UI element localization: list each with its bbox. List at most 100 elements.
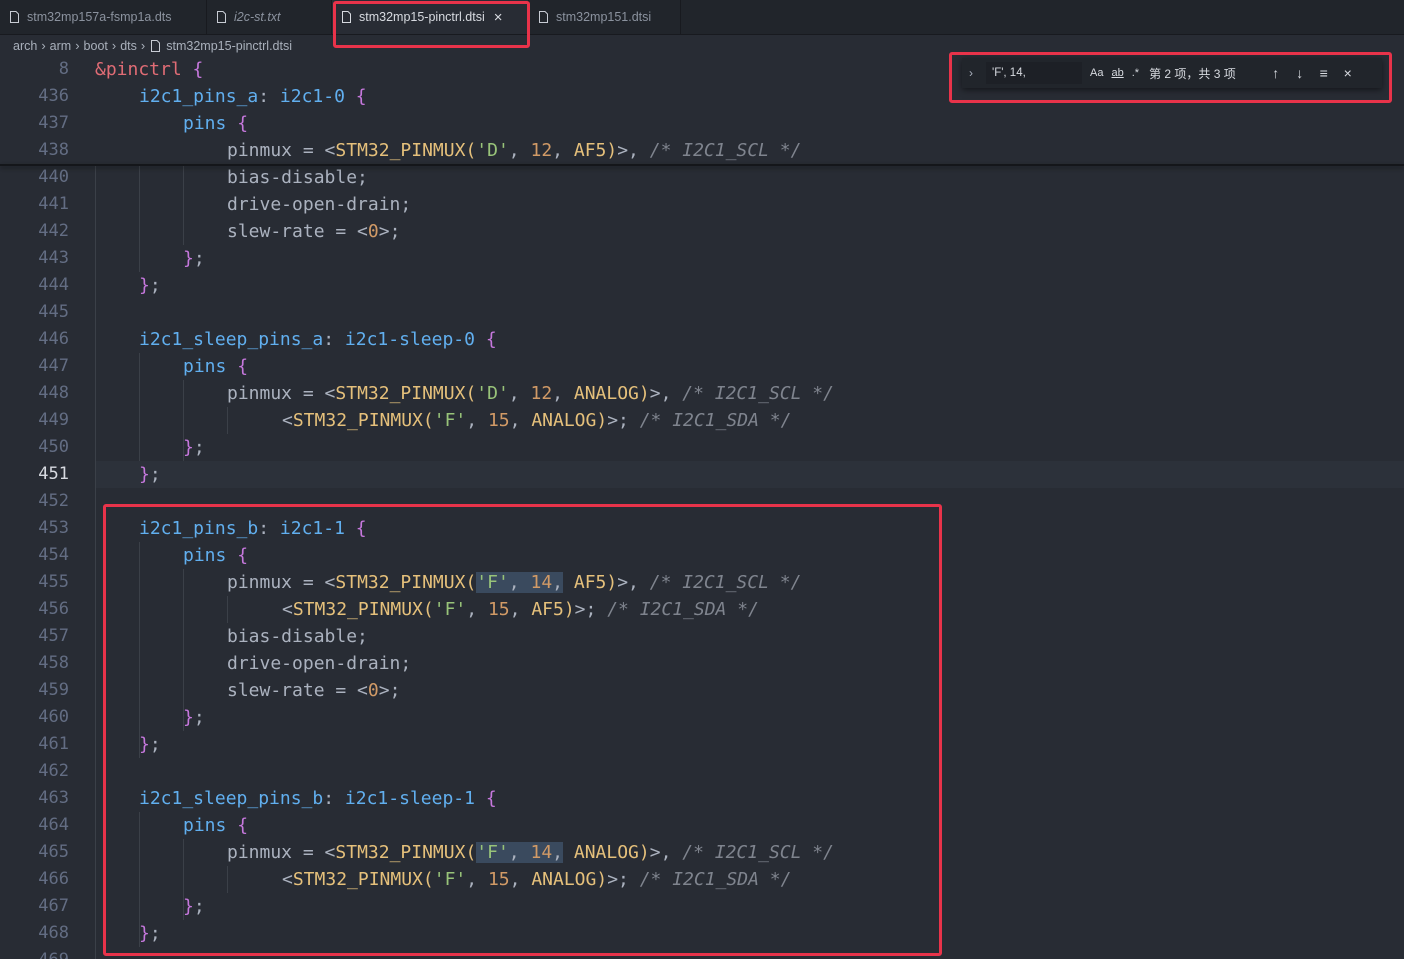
line-number: 444 — [38, 275, 69, 295]
code-line[interactable]: 443}; — [0, 245, 1404, 272]
chevron-right-icon: › — [111, 38, 117, 53]
find-input[interactable]: 'F', 14, — [986, 62, 1082, 84]
breadcrumb-item[interactable]: arm — [50, 39, 72, 53]
code-line[interactable]: 466 <STM32_PINMUX('F', 15, ANALOG)>; /* I… — [0, 866, 1404, 893]
arrow-up-icon[interactable]: ↑ — [1266, 65, 1286, 81]
code-line[interactable]: 438 pinmux = <STM32_PINMUX('D', 12, AF5)>… — [0, 137, 1404, 164]
code-line[interactable]: 446 i2c1_sleep_pins_a: i2c1-sleep-0 { — [0, 326, 1404, 353]
code-line[interactable]: 465 pinmux = <STM32_PINMUX('F', 14, ANALO… — [0, 839, 1404, 866]
file-icon — [151, 39, 161, 52]
line-number: 468 — [38, 923, 69, 943]
current-line-highlight — [96, 461, 1404, 488]
code-line[interactable]: 441 drive-open-drain; — [0, 191, 1404, 218]
line-number: 8 — [58, 59, 69, 79]
line-number: 455 — [38, 572, 69, 592]
code-text: i2c1_sleep_pins_b: i2c1-sleep-1 { — [139, 788, 497, 809]
sticky-divider — [0, 164, 1404, 166]
line-number: 456 — [38, 599, 69, 619]
code-text: pins { — [183, 545, 249, 566]
code-text: pinmux = <STM32_PINMUX('F', 14, ANALOG)>… — [227, 842, 834, 863]
breadcrumb-item[interactable]: stm32mp15-pinctrl.dtsi — [166, 39, 292, 53]
code-text: slew-rate = <0>; — [227, 680, 401, 701]
code-line[interactable]: 442 slew-rate = <0>; — [0, 218, 1404, 245]
code-line[interactable]: 458 drive-open-drain; — [0, 650, 1404, 677]
code-line[interactable]: 454 pins { — [0, 542, 1404, 569]
line-number: 467 — [38, 896, 69, 916]
line-number: 441 — [38, 194, 69, 214]
file-icon — [342, 11, 351, 23]
chevron-right-icon: › — [41, 38, 46, 53]
code-line[interactable]: 445 — [0, 299, 1404, 326]
code-line[interactable]: 461}; — [0, 731, 1404, 758]
code-line[interactable]: 462 — [0, 758, 1404, 785]
arrow-down-icon[interactable]: ↓ — [1290, 65, 1310, 81]
line-number: 440 — [38, 167, 69, 187]
code-line[interactable]: 469 — [0, 947, 1404, 959]
tab-label: i2c-st.txt — [234, 10, 281, 24]
close-icon[interactable]: × — [1338, 65, 1358, 81]
tab-stm32mp157a-fsmp1a[interactable]: stm32mp157a-fsmp1a.dts — [0, 0, 207, 34]
code-editor[interactable]: 440 bias-disable; 441 drive-open-drain; 442 s… — [0, 56, 1404, 959]
code-text: &pinctrl { — [95, 59, 204, 80]
line-number: 442 — [38, 221, 69, 241]
code-line[interactable]: 456 <STM32_PINMUX('F', 15, AF5)>; /* I2C1… — [0, 596, 1404, 623]
breadcrumb-item[interactable]: arch — [13, 39, 37, 53]
code-line[interactable]: 464 pins { — [0, 812, 1404, 839]
code-line[interactable]: 455 pinmux = <STM32_PINMUX('F', 14, AF5)>… — [0, 569, 1404, 596]
code-text: }; — [139, 923, 161, 944]
whole-word-toggle[interactable]: ab — [1111, 67, 1123, 79]
file-icon — [539, 11, 548, 23]
code-line[interactable]: 450}; — [0, 434, 1404, 461]
line-number: 436 — [38, 86, 69, 106]
code-text: pinmux = <STM32_PINMUX('D', 12, ANALOG)>… — [227, 383, 834, 404]
code-line[interactable]: 457 bias-disable; — [0, 623, 1404, 650]
line-number: 457 — [38, 626, 69, 646]
code-text: drive-open-drain; — [227, 194, 412, 215]
code-text: bias-disable; — [227, 626, 368, 647]
code-line[interactable]: 463 i2c1_sleep_pins_b: i2c1-sleep-1 { — [0, 785, 1404, 812]
code-line[interactable]: 451}; — [0, 461, 1404, 488]
line-number: 469 — [0, 947, 69, 959]
tab-label: stm32mp157a-fsmp1a.dts — [27, 10, 172, 24]
code-line[interactable]: 437 pins { — [0, 110, 1404, 137]
close-icon[interactable]: × — [494, 10, 503, 25]
breadcrumb-item[interactable]: boot — [84, 39, 108, 53]
line-number: 460 — [38, 707, 69, 727]
tab-stm32mp151[interactable]: stm32mp151.dtsi — [529, 0, 681, 34]
breadcrumb-item[interactable]: dts — [120, 39, 137, 53]
tab-i2c-st[interactable]: i2c-st.txt — [207, 0, 332, 34]
code-text: pinmux = <STM32_PINMUX('F', 14, AF5)>, /… — [227, 572, 802, 593]
code-line[interactable]: 459 slew-rate = <0>; — [0, 677, 1404, 704]
chevron-right-icon[interactable]: › — [962, 66, 980, 80]
line-number: 465 — [38, 842, 69, 862]
code-line[interactable]: 453 i2c1_pins_b: i2c1-1 { — [0, 515, 1404, 542]
code-text: bias-disable; — [227, 167, 368, 188]
code-line[interactable]: 468}; — [0, 920, 1404, 947]
code-line[interactable]: 452 — [0, 488, 1404, 515]
regex-toggle[interactable]: .* — [1132, 67, 1139, 79]
code-text: }; — [183, 896, 205, 917]
line-number: 458 — [38, 653, 69, 673]
line-number: 451 — [38, 464, 69, 484]
match-case-toggle[interactable]: Aa — [1090, 67, 1103, 79]
code-text: }; — [183, 248, 205, 269]
find-in-selection-icon[interactable]: ≡ — [1314, 65, 1334, 81]
code-text: i2c1_pins_a: i2c1-0 { — [139, 86, 367, 107]
code-line[interactable]: 467}; — [0, 893, 1404, 920]
line-number: 446 — [38, 329, 69, 349]
code-text: slew-rate = <0>; — [227, 221, 401, 242]
tab-stm32mp15-pinctrl[interactable]: stm32mp15-pinctrl.dtsi × — [332, 0, 529, 34]
code-text: i2c1_pins_b: i2c1-1 { — [139, 518, 367, 539]
chevron-right-icon: › — [75, 38, 80, 53]
code-line[interactable]: 449 <STM32_PINMUX('F', 15, ANALOG)>; /* I… — [0, 407, 1404, 434]
match-count: 第 2 项，共 3 项 — [1149, 66, 1236, 81]
code-line[interactable]: 448 pinmux = <STM32_PINMUX('D', 12, ANALO… — [0, 380, 1404, 407]
code-line[interactable]: 460}; — [0, 704, 1404, 731]
code-line[interactable]: 440 bias-disable; — [0, 164, 1404, 191]
code-text: <STM32_PINMUX('F', 15, AF5)>; /* I2C1_SD… — [282, 599, 759, 620]
breadcrumb: arch › arm › boot › dts › stm32mp15-pinc… — [0, 35, 1404, 56]
code-line[interactable]: 444}; — [0, 272, 1404, 299]
code-line[interactable]: 447 pins { — [0, 353, 1404, 380]
tab-label: stm32mp15-pinctrl.dtsi — [359, 10, 485, 24]
code-text: <STM32_PINMUX('F', 15, ANALOG)>; /* I2C1… — [282, 410, 792, 431]
